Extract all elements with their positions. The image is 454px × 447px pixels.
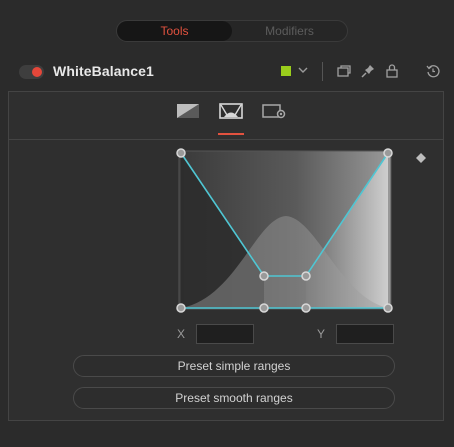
pin-icon[interactable]: [359, 62, 377, 80]
y-value-field[interactable]: [336, 324, 394, 344]
preset-simple-ranges-button[interactable]: Preset simple ranges: [73, 355, 395, 377]
copy-icon[interactable]: [335, 62, 353, 80]
control-point[interactable]: [259, 303, 269, 313]
control-point[interactable]: [176, 148, 186, 158]
node-color-swatch[interactable]: [281, 66, 291, 76]
lock-icon[interactable]: [383, 62, 401, 80]
control-point[interactable]: [383, 303, 393, 313]
gradient-mode-icon[interactable]: [176, 101, 202, 121]
settings-mode-icon[interactable]: [262, 101, 288, 121]
control-point[interactable]: [176, 303, 186, 313]
control-point[interactable]: [383, 148, 393, 158]
control-point[interactable]: [301, 303, 311, 313]
keyframe-diamond-icon[interactable]: [416, 153, 426, 163]
ranges-curve-mode-icon[interactable]: [218, 101, 244, 121]
toggle-knob: [32, 67, 42, 77]
x-value-field[interactable]: [196, 324, 254, 344]
color-dropdown-chevron-icon[interactable]: [297, 61, 309, 82]
node-name: WhiteBalance1: [53, 63, 154, 79]
control-point[interactable]: [259, 271, 269, 281]
active-mode-indicator: [218, 133, 244, 135]
ranges-graph[interactable]: [176, 148, 394, 313]
tab-modifiers[interactable]: Modifiers: [232, 21, 347, 41]
tools-modifiers-switch: Tools Modifiers: [116, 20, 348, 42]
control-point[interactable]: [301, 271, 311, 281]
y-label: Y: [317, 327, 326, 341]
node-enable-toggle[interactable]: [19, 65, 44, 79]
preset-smooth-ranges-button[interactable]: Preset smooth ranges: [73, 387, 395, 409]
header-separator: [322, 62, 323, 81]
tab-tools[interactable]: Tools: [117, 21, 232, 41]
x-label: X: [177, 327, 186, 341]
mode-bar-divider: [9, 139, 443, 140]
reset-icon[interactable]: [424, 62, 442, 80]
